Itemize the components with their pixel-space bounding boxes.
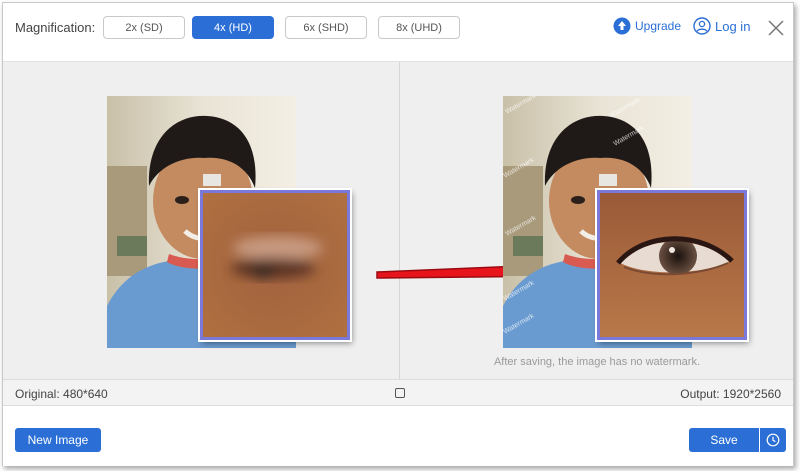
preview-divider [399,62,400,380]
compare-toggle-icon[interactable] [395,388,405,398]
top-toolbar: Magnification: 2x (SD) 4x (HD) 6x (SHD) … [3,3,793,61]
original-zoom-inset [200,190,350,340]
close-icon[interactable] [767,19,785,37]
output-resolution: Output: 1920*2560 [680,387,781,401]
login-link[interactable]: Log in [693,17,750,35]
mag-option-2x[interactable]: 2x (SD) [103,16,185,39]
history-button[interactable] [760,428,786,452]
mag-option-4x[interactable]: 4x (HD) [192,16,274,39]
login-label: Log in [715,18,751,34]
bottom-action-bar: New Image Save [3,406,793,466]
save-button[interactable]: Save [689,428,759,452]
upgrade-link[interactable]: Upgrade [613,17,681,35]
mag-option-8x[interactable]: 8x (UHD) [378,16,460,39]
upscaler-window: Magnification: 2x (SD) 4x (HD) 6x (SHD) … [2,2,794,466]
resolution-info-bar: Original: 480*640 Output: 1920*2560 [3,379,793,406]
watermark-note: After saving, the image has no watermark… [493,356,701,368]
mag-option-6x[interactable]: 6x (SHD) [285,16,367,39]
upgrade-icon [613,17,631,35]
user-icon [693,17,711,35]
output-zoom-inset [597,190,747,340]
original-resolution: Original: 480*640 [15,387,108,401]
new-image-button[interactable]: New Image [15,428,101,452]
clock-icon [766,433,780,447]
magnification-label: Magnification: [15,20,96,35]
upgrade-label: Upgrade [635,19,682,33]
preview-area: Watermark Watermark Watermark Watermark … [3,61,793,380]
